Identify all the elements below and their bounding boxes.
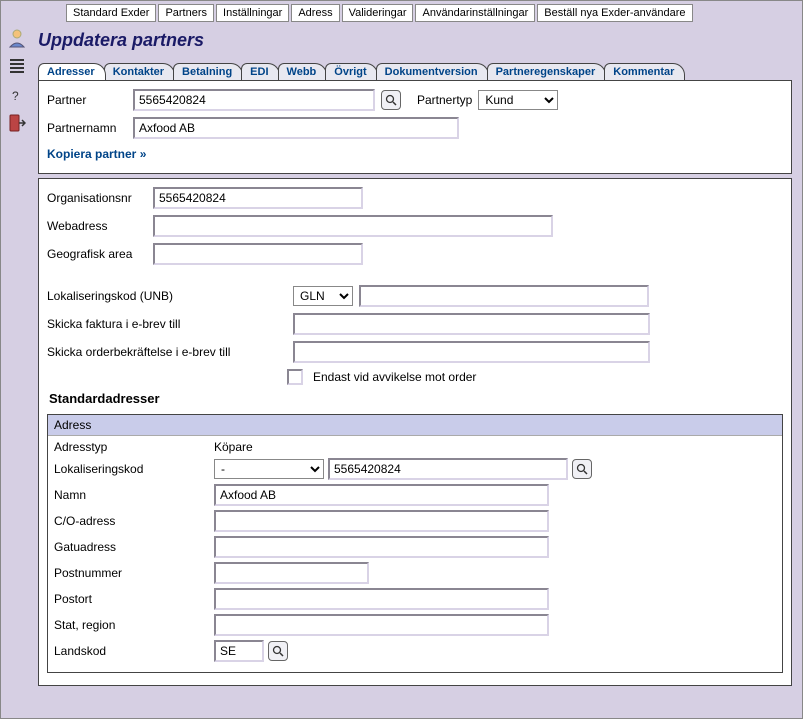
- partner-input[interactable]: [133, 89, 375, 111]
- partner-panel: Partner Partnertyp Kund Partnernamn Kopi…: [38, 81, 792, 174]
- co-input[interactable]: [214, 510, 549, 532]
- orderconf-email-input[interactable]: [293, 341, 650, 363]
- org-panel: Organisationsnr Webadress Geografisk are…: [38, 178, 792, 686]
- top-tab-anvandarinstallningar[interactable]: Användarinställningar: [415, 4, 535, 22]
- lokaliseringskod-search-button[interactable]: [572, 459, 592, 479]
- address-panel: Adress Adresstyp Köpare Lokaliseringskod…: [47, 414, 783, 673]
- invoice-email-label: Skicka faktura i e-brev till: [47, 317, 287, 331]
- unb-type-select[interactable]: GLN: [293, 286, 353, 306]
- orgnr-label: Organisationsnr: [47, 191, 147, 205]
- standardadresser-heading: Standardadresser: [49, 391, 783, 406]
- help-icon[interactable]: ?: [8, 83, 26, 105]
- top-tab-adress[interactable]: Adress: [291, 4, 339, 22]
- top-tab-partners[interactable]: Partners: [158, 4, 214, 22]
- stat-region-label: Stat, region: [54, 618, 214, 632]
- lokaliseringskod-type-select[interactable]: -: [214, 459, 324, 479]
- partnertyp-select[interactable]: Kund: [478, 90, 558, 110]
- landskod-input[interactable]: [214, 640, 264, 662]
- orderconf-email-label: Skicka orderbekräftelse i e-brev till: [47, 345, 287, 359]
- orgnr-input[interactable]: [153, 187, 363, 209]
- lokaliseringskod-label: Lokaliseringskod: [54, 462, 214, 476]
- geoarea-label: Geografisk area: [47, 247, 147, 261]
- landskod-search-button[interactable]: [268, 641, 288, 661]
- namn-input[interactable]: [214, 484, 549, 506]
- tab-edi[interactable]: EDI: [241, 63, 279, 80]
- main-content: Uppdatera partners Adresser Kontakter Be…: [33, 22, 802, 717]
- user-icon[interactable]: [6, 27, 28, 49]
- unb-input[interactable]: [359, 285, 649, 307]
- top-tab-standard-exder[interactable]: Standard Exder: [66, 4, 156, 22]
- tab-adresser[interactable]: Adresser: [38, 63, 106, 80]
- gatuadress-label: Gatuadress: [54, 540, 214, 554]
- partnernamn-input[interactable]: [133, 117, 459, 139]
- partner-search-button[interactable]: [381, 90, 401, 110]
- tab-kontakter[interactable]: Kontakter: [104, 63, 175, 80]
- unb-label: Lokaliseringskod (UNB): [47, 289, 287, 303]
- search-icon: [576, 463, 588, 475]
- stat-region-input[interactable]: [214, 614, 549, 636]
- adresstyp-label: Adresstyp: [54, 440, 214, 454]
- search-icon: [385, 94, 397, 106]
- postort-label: Postort: [54, 592, 214, 606]
- partnernamn-label: Partnernamn: [47, 121, 127, 135]
- postort-input[interactable]: [214, 588, 549, 610]
- lokaliseringskod-input[interactable]: [328, 458, 568, 480]
- top-tab-installningar[interactable]: Inställningar: [216, 4, 289, 22]
- postnummer-input[interactable]: [214, 562, 369, 584]
- co-label: C/O-adress: [54, 514, 214, 528]
- sidebar: ?: [1, 22, 33, 717]
- tab-dokumentversion[interactable]: Dokumentversion: [376, 63, 489, 80]
- page-title: Uppdatera partners: [38, 30, 792, 51]
- exit-icon[interactable]: [8, 113, 26, 133]
- list-icon[interactable]: [7, 57, 27, 75]
- tab-partneregenskaper[interactable]: Partneregenskaper: [487, 63, 607, 80]
- adresstyp-value: Köpare: [214, 440, 253, 454]
- tab-ovrigt[interactable]: Övrigt: [325, 63, 377, 80]
- deviation-only-checkbox[interactable]: [287, 369, 303, 385]
- address-panel-title: Adress: [48, 415, 782, 436]
- top-tab-bestall-nya[interactable]: Beställ nya Exder-användare: [537, 4, 692, 22]
- top-tab-bar: Standard Exder Partners Inställningar Ad…: [1, 1, 802, 22]
- search-icon: [272, 645, 284, 657]
- partnertyp-label: Partnertyp: [417, 93, 472, 107]
- sub-tab-bar: Adresser Kontakter Betalning EDI Webb Öv…: [38, 63, 792, 81]
- invoice-email-input[interactable]: [293, 313, 650, 335]
- tab-betalning[interactable]: Betalning: [173, 63, 243, 80]
- webadress-input[interactable]: [153, 215, 553, 237]
- partner-label: Partner: [47, 93, 127, 107]
- postnummer-label: Postnummer: [54, 566, 214, 580]
- geoarea-input[interactable]: [153, 243, 363, 265]
- kopiera-partner-link[interactable]: Kopiera partner »: [47, 147, 146, 161]
- gatuadress-input[interactable]: [214, 536, 549, 558]
- webadress-label: Webadress: [47, 219, 147, 233]
- svg-text:?: ?: [12, 89, 19, 103]
- tab-webb[interactable]: Webb: [278, 63, 328, 80]
- tab-kommentar[interactable]: Kommentar: [604, 63, 685, 80]
- landskod-label: Landskod: [54, 644, 214, 658]
- top-tab-valideringar[interactable]: Valideringar: [342, 4, 414, 22]
- namn-label: Namn: [54, 488, 214, 502]
- deviation-only-label: Endast vid avvikelse mot order: [313, 370, 476, 384]
